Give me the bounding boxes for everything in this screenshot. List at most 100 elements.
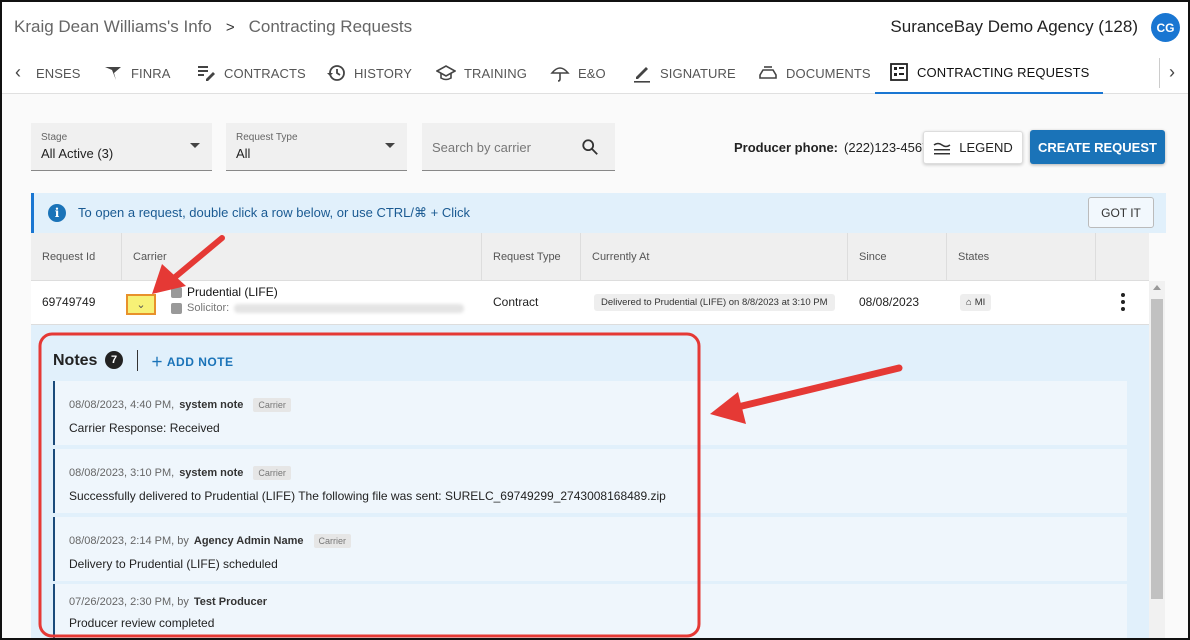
note-author: system note — [179, 467, 244, 479]
carrier-icon — [171, 286, 182, 298]
column-header[interactable]: Request Id — [31, 233, 121, 281]
agency-name[interactable]: SuranceBay Demo Agency (128) — [890, 17, 1138, 37]
legend-icon — [933, 142, 951, 154]
column-header[interactable]: Request Type — [481, 233, 580, 281]
training-icon — [436, 65, 456, 81]
producer-phone: Producer phone: (222)123-4567 — [734, 140, 929, 155]
note-author: system note — [179, 399, 244, 411]
breadcrumb: Kraig Dean Williams's Info > Contracting… — [14, 17, 412, 37]
table-row[interactable]: 69749749 ⌄ Prudential (LIFE) Solicitor: … — [31, 281, 1149, 325]
tab-label: FINRA — [131, 65, 171, 81]
request-type-select[interactable]: Request Type All — [226, 123, 407, 171]
redacted-text — [234, 303, 465, 313]
column-header[interactable]: Currently At — [580, 233, 847, 281]
producer-phone-value: (222)123-4567 — [844, 140, 930, 155]
note-text: Producer review completed — [69, 616, 215, 630]
legend-label: LEGEND — [959, 140, 1013, 155]
tab-label: HISTORY — [354, 65, 413, 81]
column-header-actions — [1095, 233, 1149, 281]
carrier-label: Prudential (LIFE) — [187, 285, 278, 299]
tab-label: SIGNATURE — [660, 65, 736, 81]
person-icon — [171, 302, 182, 314]
row-menu-icon[interactable] — [1121, 293, 1125, 311]
tabs-divider — [1159, 58, 1160, 88]
search-icon[interactable] — [581, 138, 599, 156]
tabs-scroll-left-icon[interactable]: ‹ — [8, 62, 28, 83]
finra-icon — [105, 67, 121, 80]
add-note-button[interactable]: ＋ ADD NOTE — [151, 353, 234, 370]
note-author: Agency Admin Name — [193, 535, 304, 547]
tab-licenses[interactable]: ENSES — [36, 52, 81, 94]
tab-bar: ‹ ENSES FINRA CONTRACTS HISTORY TRAINING… — [2, 52, 1188, 94]
tab-training[interactable]: TRAINING — [436, 52, 527, 94]
notes-divider — [137, 350, 138, 371]
request-type-value: All — [236, 146, 251, 161]
stage-label: Stage — [41, 132, 68, 143]
note-item: 08/08/2023, 4:40 PM, system note Carrier… — [53, 381, 1127, 445]
scrollbar[interactable] — [1149, 281, 1165, 638]
caret-down-icon — [385, 143, 395, 148]
since-date: 08/08/2023 — [859, 295, 920, 309]
create-request-button[interactable]: CREATE REQUEST — [1030, 130, 1165, 164]
note-meta: 08/08/2023, 4:40 PM, system note Carrier — [69, 398, 291, 412]
breadcrumb-producer[interactable]: Kraig Dean Williams's Info — [14, 17, 212, 37]
solicitor: Solicitor: — [171, 302, 465, 314]
tab-documents[interactable]: DOCUMENTS — [758, 52, 871, 94]
table-header: Request Id Carrier Request Type Currentl… — [31, 233, 1149, 281]
note-timestamp: 08/08/2023, 2:14 PM, by — [69, 535, 189, 547]
home-icon: ⌂ — [966, 297, 972, 308]
tab-label: ENSES — [36, 65, 81, 81]
note-meta: 07/26/2023, 2:30 PM, by Test Producer — [69, 596, 267, 608]
scrollbar-thumb[interactable] — [1151, 299, 1163, 599]
column-header[interactable]: Since — [847, 233, 946, 281]
tab-contracts[interactable]: CONTRACTS — [196, 52, 306, 94]
note-item: 07/26/2023, 2:30 PM, by Test Producer Pr… — [53, 584, 1127, 638]
scroll-up-icon[interactable] — [1153, 285, 1161, 290]
solicitor-label: Solicitor: — [187, 302, 230, 314]
caret-down-icon — [190, 143, 200, 148]
state-badge: ⌂ MI — [960, 294, 992, 311]
note-tag: Carrier — [313, 534, 352, 548]
note-text: Successfully delivered to Prudential (LI… — [69, 489, 666, 503]
tab-label: CONTRACTS — [224, 65, 306, 81]
add-note-label: ADD NOTE — [166, 355, 234, 369]
note-item: 08/08/2023, 3:10 PM, system note Carrier… — [53, 449, 1127, 513]
column-header[interactable]: States — [946, 233, 1095, 281]
top-bar: Kraig Dean Williams's Info > Contracting… — [2, 2, 1188, 52]
tab-label: DOCUMENTS — [786, 65, 871, 81]
request-type: Contract — [493, 295, 539, 309]
stage-select[interactable]: Stage All Active (3) — [31, 123, 212, 171]
note-timestamp: 07/26/2023, 2:30 PM, by — [69, 596, 189, 608]
tab-label: CONTRACTING REQUESTS — [917, 64, 1090, 80]
chevron-down-icon: ⌄ — [136, 299, 146, 311]
request-id: 69749749 — [42, 295, 96, 309]
tabs-scroll-right-icon[interactable]: › — [1162, 62, 1182, 83]
info-message: To open a request, double click a row be… — [78, 205, 470, 220]
tab-finra[interactable]: FINRA — [103, 52, 171, 94]
note-text: Delivery to Prudential (LIFE) scheduled — [69, 557, 278, 571]
requests-icon — [890, 63, 908, 81]
got-it-button[interactable]: GOT IT — [1088, 197, 1154, 228]
note-text: Carrier Response: Received — [69, 421, 220, 435]
app-window: Kraig Dean Williams's Info > Contracting… — [0, 0, 1190, 640]
column-header[interactable]: Carrier — [121, 233, 481, 281]
tab-eo[interactable]: E&O — [550, 52, 606, 94]
notes-title: Notes — [53, 352, 98, 369]
pen-icon — [634, 67, 650, 83]
tab-contracting-requests[interactable]: CONTRACTING REQUESTS — [875, 52, 1104, 94]
tab-label: E&O — [578, 65, 606, 81]
note-item: 08/08/2023, 2:14 PM, by Agency Admin Nam… — [53, 517, 1127, 581]
carrier-search-input[interactable]: Search by carrier — [422, 123, 615, 171]
tab-signature[interactable]: SIGNATURE — [632, 52, 736, 94]
tab-label: TRAINING — [464, 65, 527, 81]
stage-value: All Active (3) — [41, 146, 114, 161]
note-timestamp: 08/08/2023, 4:40 PM, — [69, 399, 175, 411]
note-meta: 08/08/2023, 2:14 PM, by Agency Admin Nam… — [69, 534, 352, 548]
tab-history[interactable]: HISTORY — [326, 52, 412, 94]
avatar[interactable]: CG — [1151, 13, 1180, 42]
note-author: Test Producer — [193, 596, 268, 608]
legend-button[interactable]: LEGEND — [923, 131, 1023, 164]
state-label: MI — [974, 297, 986, 308]
carrier-name: Prudential (LIFE) — [171, 285, 278, 299]
expand-row-button[interactable]: ⌄ — [126, 294, 156, 315]
